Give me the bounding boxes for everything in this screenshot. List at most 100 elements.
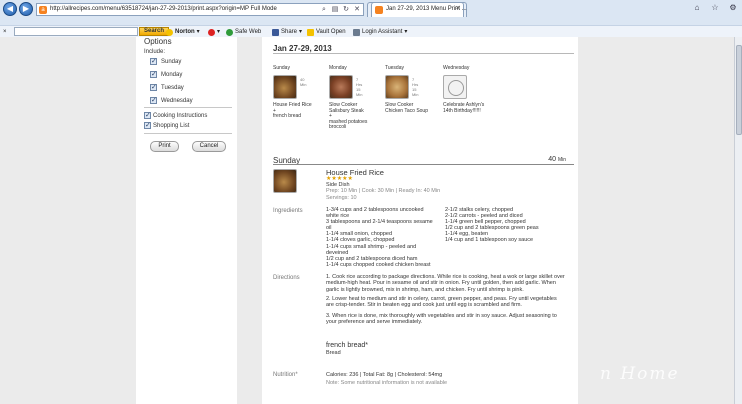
option-monday[interactable]: Monday (150, 70, 182, 78)
checkbox-sunday[interactable] (150, 57, 157, 65)
divider (144, 107, 232, 108)
ingredient-item: 1-1/4 cups chopped cooked chicken breast (326, 261, 431, 268)
safe-web-button[interactable]: Safe Web (226, 27, 261, 37)
ingredients-list-right: 2-1/2 stalks celery, chopped 2-1/2 carro… (445, 207, 565, 244)
cancel-button[interactable]: Cancel (192, 141, 226, 152)
browser-chrome: ◀ ▶ a http://allrecipes.com/menu/6351872… (0, 0, 742, 37)
watermark: n Home (600, 364, 680, 384)
tab-favicon-icon (375, 6, 383, 14)
page-viewport: Options Include: Sunday Monday Tuesday W… (0, 37, 742, 404)
alert-dot-icon (208, 28, 215, 36)
divider (273, 164, 574, 165)
day-time: 7 Hrs 15 Min (356, 77, 363, 97)
checkbox-cooking-instructions[interactable] (144, 111, 151, 119)
menu-date-range: Jan 27-29, 2013 (273, 44, 332, 53)
day-name: Tuesday (385, 65, 404, 71)
print-options-panel: Options Include: Sunday Monday Tuesday W… (136, 37, 237, 404)
day-recipes: House Fried Rice + french bread (273, 102, 331, 120)
day-recipes: Slow Cooker Salisbury Steak + mashed pot… (329, 102, 387, 131)
safe-web-icon (226, 28, 233, 36)
compat-view-icon[interactable]: ▤ (330, 5, 340, 15)
toolbar-search-button[interactable]: Search (139, 27, 170, 36)
divider (144, 133, 232, 134)
dropdown-arrow-icon: ▾ (196, 29, 200, 35)
checkbox-tuesday[interactable] (150, 83, 157, 91)
vault-button[interactable]: Vault Open (307, 27, 346, 37)
page-scrollbar[interactable] (734, 37, 742, 404)
checkbox-wednesday[interactable] (150, 96, 157, 104)
checkbox-monday[interactable] (150, 70, 157, 78)
option-wednesday[interactable]: Wednesday (150, 96, 193, 104)
vault-icon (307, 28, 314, 36)
recipe-times: Prep: 10 Min | Cook: 30 Min | Ready In: … (326, 188, 441, 194)
recipe-link[interactable]: Chicken Taco Soup (385, 108, 443, 115)
menu-day-sunday[interactable]: Sunday 40 Min House Fried Rice + french … (273, 65, 329, 119)
tab-title: Jan 27-29, 2013 Menu Print ... (386, 6, 467, 12)
day-time: 7 Hrs 15 Min (412, 77, 419, 97)
menu-day-wednesday[interactable]: Wednesday Celebrate Ashlyn's 14th Birthd… (443, 65, 499, 113)
ingredient-item: 1/4 cup and 1 tablespoon soy sauce (445, 237, 534, 244)
day-time: 40 Min (300, 77, 307, 87)
options-title: Options (144, 37, 172, 46)
norton-button[interactable]: Norton ▾ (166, 27, 200, 37)
ingredient-item: 3 tablespoons and 2-1/4 teaspoons sesame (326, 219, 433, 226)
menu-print-content: Jan 27-29, 2013 Sunday 40 Min House Frie… (262, 37, 578, 404)
option-tuesday[interactable]: Tuesday (150, 83, 184, 91)
direction-step: 2. Lower heat to medium and stir in cele… (326, 296, 557, 309)
ingredients-list-left: 1-3/4 cups and 2 tablespoons uncooked wh… (326, 207, 446, 268)
facebook-icon (272, 28, 279, 36)
side-dish-title: french bread* (326, 342, 369, 349)
login-icon (353, 28, 360, 36)
day-recipes: Slow Cooker Chicken Taco Soup (385, 102, 443, 115)
scrollbar-thumb[interactable] (736, 45, 742, 135)
recipe-thumbnail[interactable] (273, 75, 297, 99)
recipe-thumbnail[interactable] (385, 75, 409, 99)
close-toolbar-icon[interactable]: × (3, 27, 7, 37)
favorites-star-icon[interactable]: ☆ (709, 2, 721, 14)
directions-label: Directions (273, 275, 300, 281)
option-cooking-instructions[interactable]: Cooking Instructions (144, 111, 207, 119)
addon-toolbar: × Search Norton ▾ ▾ Safe Web Share ▾ Vaul… (0, 25, 742, 37)
direction-step: 1. Cook rice according to package direct… (326, 274, 565, 293)
back-arrow-icon[interactable]: ◀ (3, 2, 17, 16)
stop-icon[interactable]: ✕ (352, 5, 362, 15)
address-url[interactable]: http://allrecipes.com/menu/63518724/jan-… (50, 6, 277, 12)
recipe-link[interactable]: broccoli (329, 125, 387, 131)
address-bar[interactable]: a http://allrecipes.com/menu/63518724/ja… (36, 3, 364, 16)
tools-gear-icon[interactable]: ⚙ (727, 2, 739, 14)
rating-stars: ★★★★★ (326, 176, 353, 182)
refresh-icon[interactable]: ↻ (341, 5, 351, 15)
recipe-photo (273, 169, 297, 193)
recipe-thumbnail[interactable] (329, 75, 353, 99)
section-total-time: 40 Min (548, 156, 566, 163)
site-favicon-icon: a (39, 6, 47, 14)
nutrition-label: Nutrition* (273, 372, 298, 378)
print-button[interactable]: Print (150, 141, 179, 152)
login-assistant-button[interactable]: Login Assistant ▾ (353, 27, 407, 37)
recipe-link[interactable]: french bread (273, 114, 331, 120)
include-label: Include: (144, 49, 166, 55)
placeholder-image-icon (443, 75, 467, 99)
checkbox-shopping-list[interactable] (144, 121, 151, 129)
option-shopping-list[interactable]: Shopping List (144, 121, 189, 129)
tab-close-icon[interactable]: × (456, 5, 460, 12)
menu-day-monday[interactable]: Monday 7 Hrs 15 Min Slow Cooker Salisbur… (329, 65, 385, 130)
nutrition-values: Calories: 236 | Total Fat: 8g | Choleste… (326, 372, 443, 378)
option-sunday[interactable]: Sunday (150, 57, 181, 65)
toolbar-search-input[interactable] (14, 27, 138, 36)
nutrition-note: Note: Some nutritional information is no… (326, 380, 448, 386)
menu-day-tuesday[interactable]: Tuesday 7 Hrs 15 Min Slow Cooker Chicken… (385, 65, 441, 113)
recipe-servings: Servings: 10 (326, 195, 357, 201)
divider (273, 53, 574, 54)
alert-icon[interactable]: ▾ (208, 27, 220, 37)
share-button[interactable]: Share ▾ (272, 27, 302, 37)
forward-arrow-icon[interactable]: ▶ (19, 2, 33, 16)
day-notes: Celebrate Ashlyn's 14th Birthday!!!!!! (443, 102, 485, 114)
home-icon[interactable]: ⌂ (691, 2, 703, 14)
tab-menu-print[interactable]: Jan 27-29, 2013 Menu Print ... × (371, 2, 467, 17)
direction-step: 3. When rice is done, mix thoroughly wit… (326, 313, 557, 326)
ingredients-label: Ingredients (273, 208, 303, 214)
day-name: Monday (329, 65, 347, 71)
search-dropdown-icon[interactable]: ⌕ (319, 5, 329, 15)
norton-check-icon (166, 28, 173, 36)
